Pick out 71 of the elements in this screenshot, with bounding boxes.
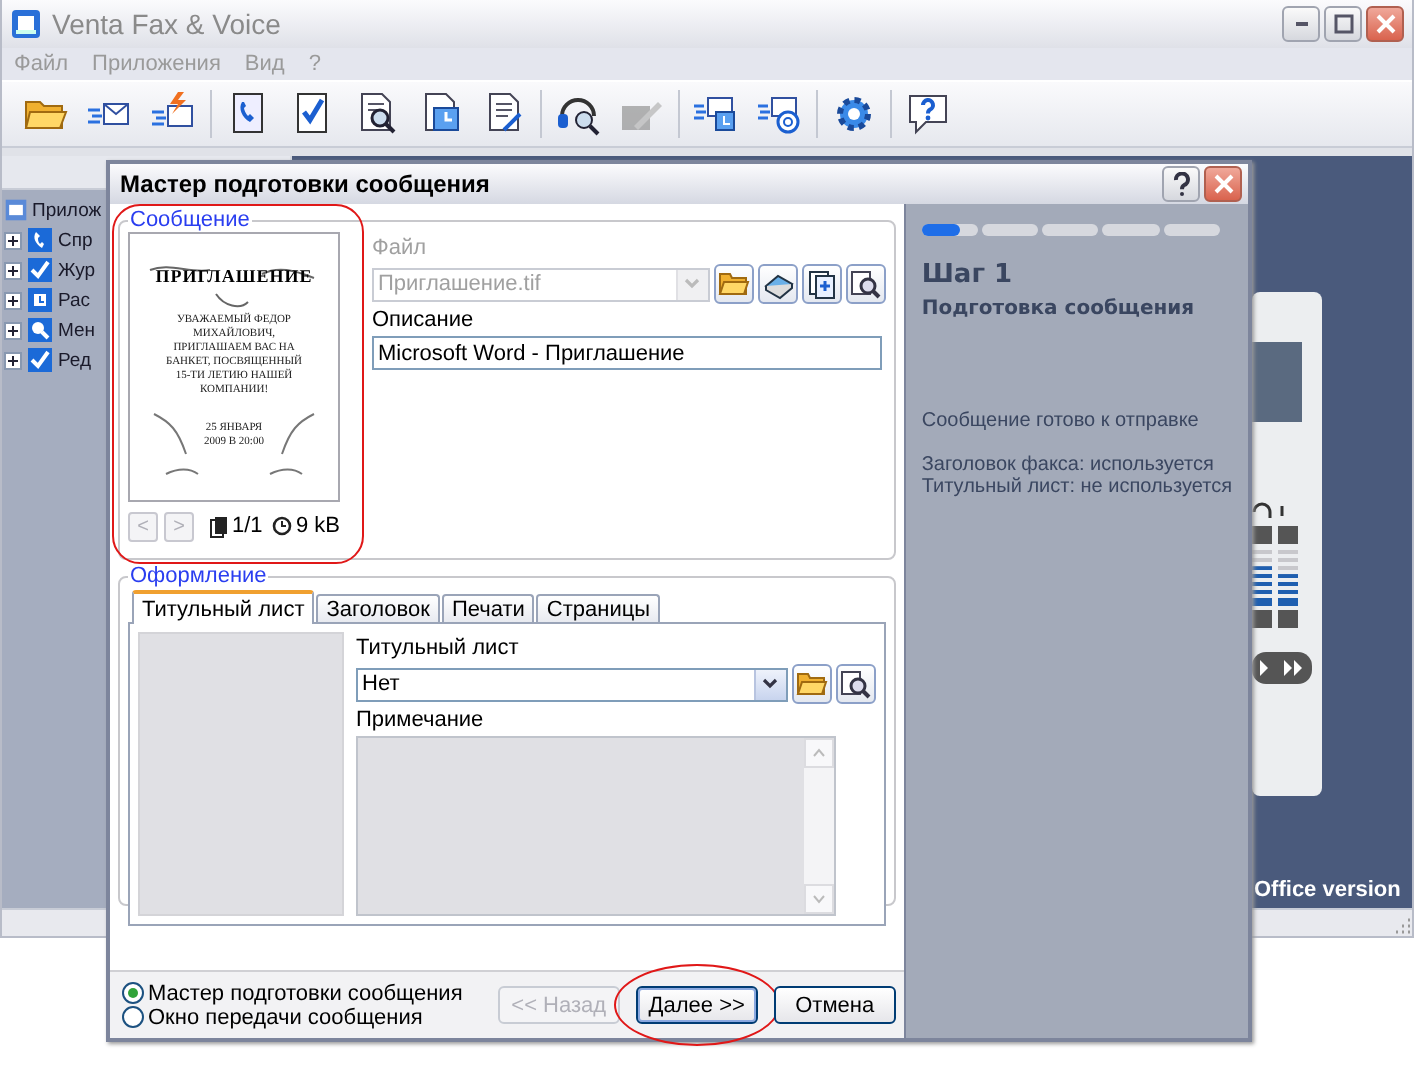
- check-icon: [26, 346, 54, 374]
- expander-icon[interactable]: [4, 351, 22, 369]
- dialog-button[interactable]: Далее >>: [635, 986, 758, 1024]
- window-title: Venta Fax & Voice: [52, 8, 283, 40]
- pages-icon: [805, 268, 838, 300]
- group-label: Оформление: [128, 564, 269, 588]
- scroll-down-icon: [812, 894, 826, 904]
- fax-icon: [4, 198, 28, 222]
- step-title: Шаг 1: [921, 260, 1015, 290]
- resize-grip-icon: [1392, 916, 1412, 936]
- help-icon: [1171, 172, 1191, 196]
- expander-icon[interactable]: [4, 261, 22, 279]
- step-subtitle: Подготовка сообщения: [921, 298, 1197, 320]
- tab[interactable]: Заголовок: [316, 594, 440, 622]
- tree-item[interactable]: Рас: [58, 289, 91, 311]
- tree-item[interactable]: Мен: [58, 319, 96, 341]
- folder-button[interactable]: [713, 264, 754, 304]
- minimize-button[interactable]: [1282, 6, 1320, 42]
- field-label: Описание: [372, 308, 476, 332]
- radio-option[interactable]: Мастер подготовки сообщения: [122, 981, 498, 1005]
- maximize-icon: [1333, 14, 1353, 34]
- close-button[interactable]: [1204, 166, 1242, 202]
- help-button[interactable]: [904, 90, 952, 138]
- tree-item[interactable]: Спр: [58, 229, 93, 251]
- preview-search-icon: [839, 668, 872, 700]
- scroll-up-icon: [812, 748, 826, 758]
- page-count: 1/1: [232, 514, 263, 538]
- phone-icon: [26, 226, 54, 254]
- pages-button[interactable]: [801, 264, 842, 304]
- preview-search-icon: [849, 268, 882, 300]
- pages-icon: [210, 515, 228, 537]
- field-label: Титульный лист: [356, 636, 521, 660]
- description-field[interactable]: Microsoft Word - Приглашение: [372, 336, 882, 370]
- dialog-button[interactable]: Отмена: [773, 986, 896, 1024]
- tree-item[interactable]: Ред: [58, 349, 92, 371]
- status-text: Заголовок факса: используется: [921, 454, 1216, 476]
- expander-icon[interactable]: [4, 291, 22, 309]
- expander-icon[interactable]: [4, 231, 22, 249]
- group-label: Сообщение: [128, 208, 252, 232]
- cover-dropdown[interactable]: Нет: [356, 667, 788, 701]
- dialog-title: Мастер подготовки сообщения: [120, 170, 492, 198]
- app-icon: [10, 8, 42, 40]
- document-heading: ПРИГЛАШЕНИЕ: [155, 266, 313, 286]
- tab[interactable]: Титульный лист: [132, 590, 315, 624]
- help-icon: [904, 90, 952, 138]
- preview-search-button[interactable]: [835, 664, 876, 704]
- folder-icon: [717, 268, 750, 300]
- edition-label: Office version: [1254, 878, 1401, 902]
- status-text: Сообщение готово к отправке: [921, 410, 1201, 432]
- field-label: Файл: [372, 236, 429, 260]
- folder-icon: [795, 668, 828, 700]
- expander-icon[interactable]: [4, 321, 22, 339]
- preview-search-button[interactable]: [845, 264, 886, 304]
- help-button[interactable]: [1162, 166, 1200, 202]
- minimize-icon: [1295, 22, 1307, 26]
- status-text: Титульный лист: не используется: [921, 476, 1232, 498]
- radio-option[interactable]: Окно передачи сообщения: [122, 1005, 498, 1029]
- maximize-button[interactable]: [1324, 6, 1362, 42]
- calendar-icon: [26, 286, 54, 314]
- tree-item[interactable]: Жур: [58, 259, 96, 281]
- tab[interactable]: Печати: [441, 594, 535, 622]
- tree-item[interactable]: Прилож: [32, 199, 102, 221]
- tab[interactable]: Страницы: [536, 594, 661, 622]
- folder-button[interactable]: [791, 664, 832, 704]
- close-button[interactable]: [1366, 6, 1404, 42]
- search-icon: [26, 316, 54, 344]
- check-icon: [26, 256, 54, 284]
- field-label: Примечание: [356, 708, 486, 732]
- close-icon: [1375, 14, 1395, 34]
- close-icon: [1213, 174, 1233, 194]
- file-size: 9 kB: [295, 514, 340, 538]
